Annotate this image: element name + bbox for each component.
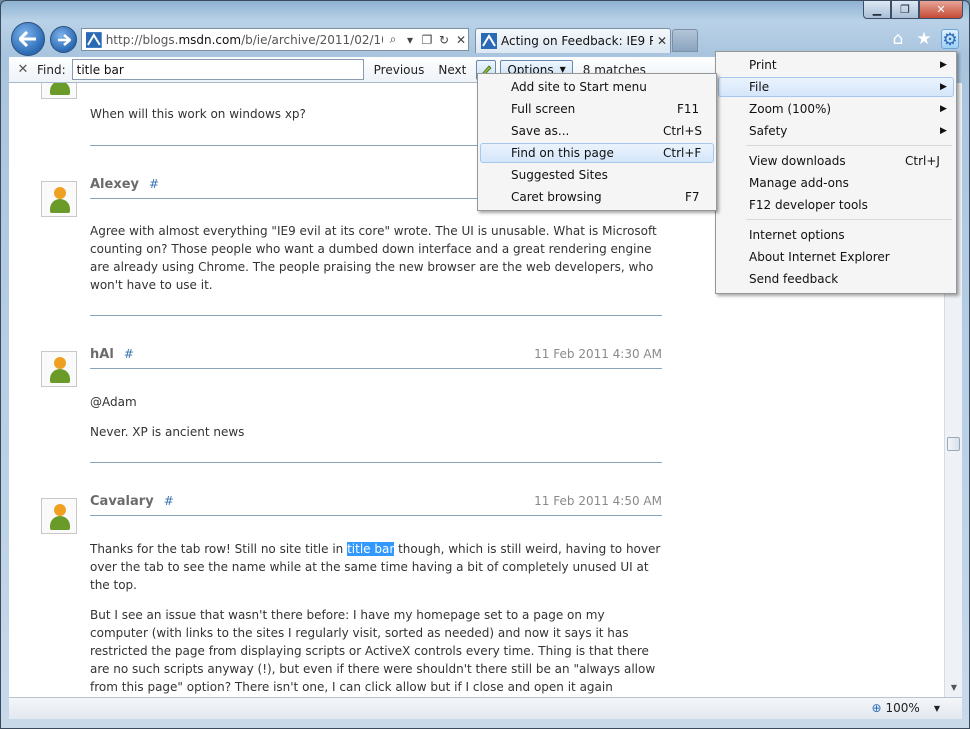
find-match-highlight: title bar: [347, 542, 395, 556]
command-icons: ⌂ ★ ⚙: [889, 29, 959, 50]
tools-gear-icon[interactable]: ⚙: [941, 29, 959, 50]
menu-item-file[interactable]: File ▶: [718, 77, 954, 97]
submenu-arrow-icon: ▶: [940, 104, 947, 114]
home-icon[interactable]: ⌂: [889, 29, 907, 49]
find-label: Find:: [37, 62, 66, 77]
forward-button[interactable]: [50, 26, 77, 53]
forward-arrow-icon: [57, 33, 71, 46]
zoom-level: 100%: [885, 701, 920, 715]
menu-separator: [746, 219, 952, 220]
comment-date: 11 Feb 2011 4:30 AM: [534, 347, 662, 361]
avatar: [41, 351, 77, 387]
submenu-arrow-icon: ▶: [940, 126, 947, 136]
zoom-dropdown-icon[interactable]: ▼: [934, 704, 940, 713]
menu-separator: [746, 145, 952, 146]
comment-author[interactable]: Cavalary: [90, 494, 154, 509]
tab-active[interactable]: Acting on Feedback: IE9 Rel... ✕: [475, 28, 671, 53]
find-previous-button[interactable]: Previous: [374, 63, 425, 77]
permalink-link[interactable]: #: [149, 177, 159, 191]
site-favicon-icon: [85, 31, 102, 48]
menu-item-save-as[interactable]: Save as... Ctrl+S: [480, 121, 714, 141]
status-bar: ⊕ 100% ▼: [9, 697, 962, 719]
comment-date: 11 Feb 2011 4:50 AM: [534, 494, 662, 508]
submenu-arrow-icon: ▶: [940, 82, 947, 92]
stop-icon[interactable]: ✕: [454, 33, 468, 47]
new-tab-button[interactable]: [672, 29, 698, 52]
browser-window: ▁ ❐ ✕ http://blogs.msdn.com/b/ie/archive…: [0, 0, 970, 729]
menu-item-view-downloads[interactable]: View downloads Ctrl+J: [718, 151, 954, 171]
avatar: [41, 498, 77, 534]
menu-item-suggested-sites[interactable]: Suggested Sites: [480, 165, 714, 185]
avatar: [41, 181, 77, 217]
refresh-icon[interactable]: ↻: [437, 33, 451, 47]
comment-divider: [90, 462, 662, 463]
find-next-button[interactable]: Next: [438, 63, 466, 77]
menu-item-zoom[interactable]: Zoom (100%) ▶: [718, 99, 954, 119]
menu-item-find-on-page[interactable]: Find on this page Ctrl+F: [480, 143, 714, 163]
comment-text: But I see an issue that wasn't there bef…: [90, 608, 656, 694]
permalink-link[interactable]: #: [124, 347, 134, 361]
favorites-star-icon[interactable]: ★: [915, 29, 933, 49]
menu-item-full-screen[interactable]: Full screen F11: [480, 99, 714, 119]
minimize-button[interactable]: ▁: [863, 1, 891, 19]
chevron-down-icon[interactable]: ▾: [403, 33, 417, 47]
menu-item-send-feedback[interactable]: Send feedback: [718, 269, 954, 289]
menu-item-print[interactable]: Print ▶: [718, 55, 954, 75]
url-text[interactable]: http://blogs.msdn.com/b/ie/archive/2011/…: [106, 33, 383, 47]
address-bar[interactable]: http://blogs.msdn.com/b/ie/archive/2011/…: [81, 28, 469, 51]
zoom-icon: ⊕: [871, 701, 882, 715]
menu-item-manage-addons[interactable]: Manage add-ons: [718, 173, 954, 193]
scroll-down-icon[interactable]: ▼: [948, 683, 960, 693]
menu-item-add-to-start[interactable]: Add site to Start menu: [480, 77, 714, 97]
compatibility-view-icon[interactable]: ❐: [420, 33, 434, 47]
comment-author[interactable]: hAl: [90, 347, 114, 362]
comment-text: @Adam: [90, 395, 137, 409]
find-input[interactable]: [71, 59, 364, 80]
back-button[interactable]: [11, 22, 45, 56]
scroll-thumb[interactable]: [947, 437, 960, 451]
comment-divider: [90, 315, 662, 316]
comment-header: hAl # 11 Feb 2011 4:30 AM: [90, 347, 662, 369]
menu-item-internet-options[interactable]: Internet options: [718, 225, 954, 245]
comment-text: Agree with almost everything "IE9 evil a…: [90, 224, 657, 292]
comment-text: Thanks for the tab row! Still no site ti…: [90, 542, 661, 592]
tab-title: Acting on Feedback: IE9 Rel...: [501, 34, 653, 48]
file-submenu: Add site to Start menu Full screen F11 S…: [477, 73, 717, 211]
comment-author[interactable]: Alexey: [90, 177, 139, 192]
back-arrow-icon: [19, 31, 36, 47]
permalink-link[interactable]: #: [164, 494, 174, 508]
menu-item-developer-tools[interactable]: F12 developer tools: [718, 195, 954, 215]
comment-text: Never. XP is ancient news: [90, 425, 245, 439]
comment-header: Cavalary # 11 Feb 2011 4:50 AM: [90, 494, 662, 516]
menu-item-safety[interactable]: Safety ▶: [718, 121, 954, 141]
tools-menu: Print ▶ File ▶ Zoom (100%) ▶ Safety ▶ Vi…: [715, 51, 957, 294]
find-close-icon[interactable]: ✕: [13, 62, 33, 77]
menu-item-about[interactable]: About Internet Explorer: [718, 247, 954, 267]
restore-button[interactable]: ❐: [891, 1, 919, 19]
menu-item-caret-browsing[interactable]: Caret browsing F7: [480, 187, 714, 207]
tab-favicon-icon: [481, 33, 497, 49]
tab-close-icon[interactable]: ✕: [657, 34, 667, 48]
close-window-button[interactable]: ✕: [919, 1, 963, 19]
window-controls: ▁ ❐ ✕: [863, 1, 963, 19]
zoom-control[interactable]: ⊕ 100% ▼: [871, 701, 940, 715]
avatar: [41, 83, 77, 99]
search-icon[interactable]: ⌕: [386, 32, 400, 47]
submenu-arrow-icon: ▶: [940, 60, 947, 70]
